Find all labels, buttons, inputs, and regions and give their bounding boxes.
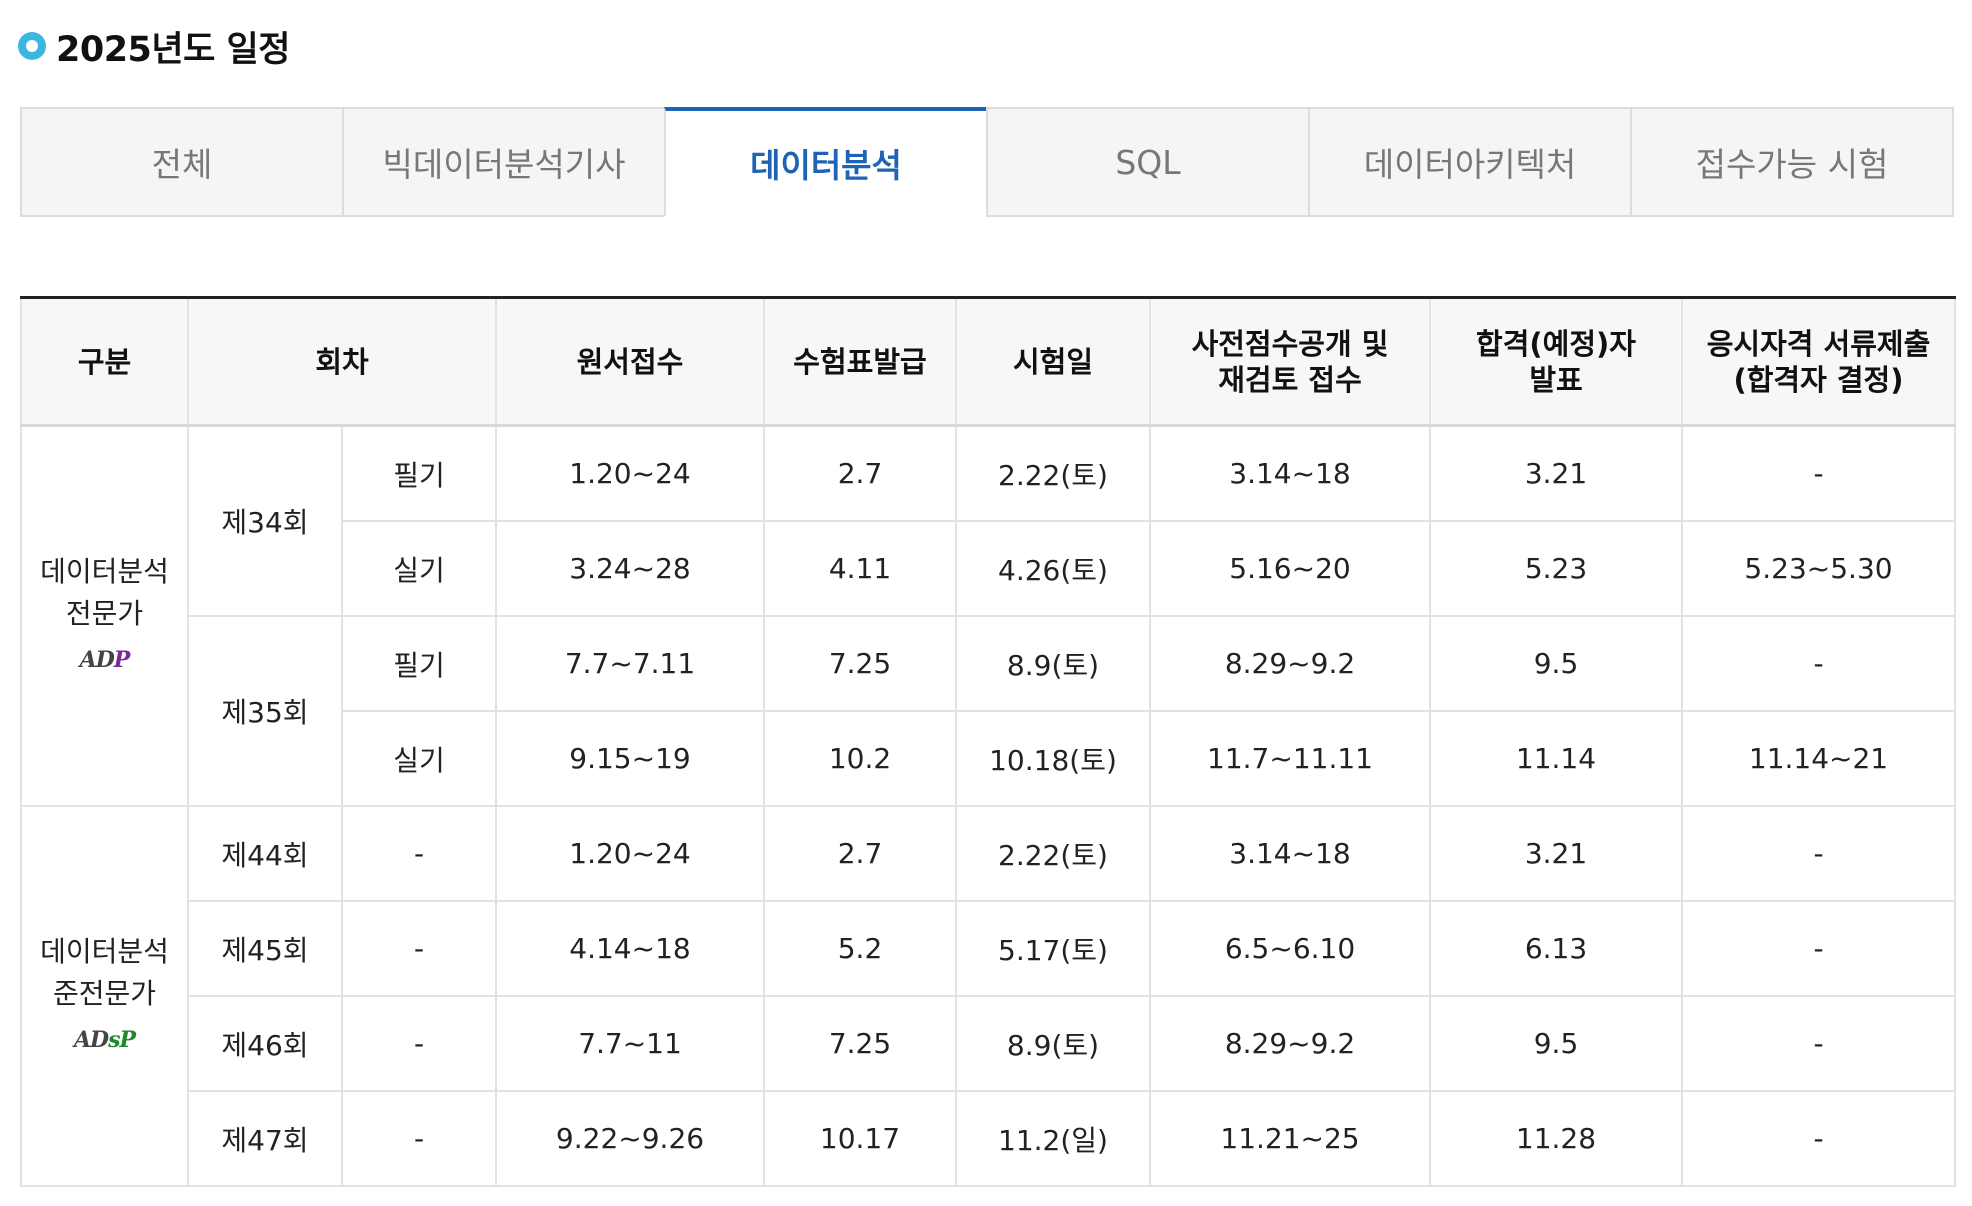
- tab-available-exams[interactable]: 접수가능 시험: [1630, 107, 1954, 217]
- tab-sql[interactable]: SQL: [986, 107, 1310, 217]
- adp-logo: ADP: [79, 647, 131, 673]
- section-heading: 2025년도 일정: [18, 22, 290, 70]
- round-cell: 제44회: [187, 805, 343, 902]
- table-row: 데이터분석 준전문가 ADsP 제44회 - 1.20~24 2.7 2.22(…: [20, 805, 1956, 1187]
- category-adp-label: 데이터분석 전문가: [40, 555, 169, 630]
- type-cell: 필기: [341, 424, 497, 522]
- preview-cell: 5.16~20: [1149, 520, 1431, 617]
- tab-data-analysis[interactable]: 데이터분석: [664, 107, 988, 217]
- header-documents: 응시자격 서류제출 (합격자 결정): [1681, 296, 1956, 427]
- header-ticket: 수험표발급: [763, 296, 957, 427]
- schedule-page: 2025년도 일정 전체 빅데이터분석기사 데이터분석 SQL 데이터아키텍처 …: [0, 0, 1972, 1206]
- exam-date-cell: 5.17(토): [955, 900, 1151, 997]
- preview-cell: 11.21~25: [1149, 1090, 1431, 1187]
- type-cell: -: [341, 1090, 497, 1187]
- tab-data-architecture[interactable]: 데이터아키텍처: [1308, 107, 1632, 217]
- application-cell: 1.20~24: [495, 805, 765, 902]
- ticket-cell: 2.7: [763, 424, 957, 522]
- documents-cell: -: [1681, 615, 1956, 712]
- documents-cell: -: [1681, 995, 1956, 1092]
- round-cell: 제47회: [187, 1090, 343, 1187]
- type-cell: 실기: [341, 710, 497, 807]
- ticket-cell: 7.25: [763, 995, 957, 1092]
- announce-cell: 5.23: [1429, 520, 1683, 617]
- type-cell: -: [341, 900, 497, 997]
- header-preview-text: 사전점수공개 및 재검토 접수: [1191, 326, 1389, 397]
- announce-cell: 3.21: [1429, 805, 1683, 902]
- documents-cell: -: [1681, 424, 1956, 522]
- ticket-cell: 7.25: [763, 615, 957, 712]
- announce-cell: 9.5: [1429, 615, 1683, 712]
- application-cell: 7.7~7.11: [495, 615, 765, 712]
- announce-cell: 3.21: [1429, 424, 1683, 522]
- preview-cell: 8.29~9.2: [1149, 615, 1431, 712]
- application-cell: 9.22~9.26: [495, 1090, 765, 1187]
- application-cell: 9.15~19: [495, 710, 765, 807]
- category-adsp-label: 데이터분석 준전문가: [40, 935, 169, 1010]
- application-cell: 1.20~24: [495, 424, 765, 522]
- documents-cell: -: [1681, 900, 1956, 997]
- header-documents-text: 응시자격 서류제출 (합격자 결정): [1706, 326, 1931, 397]
- round-cell: 제45회: [187, 900, 343, 997]
- exam-date-cell: 11.2(일): [955, 1090, 1151, 1187]
- table-row: 제45회 - 4.14~18 5.2 5.17(토) 6.5~6.10 6.13…: [21, 900, 1956, 997]
- announce-cell: 9.5: [1429, 995, 1683, 1092]
- category-adsp: 데이터분석 준전문가 ADsP: [20, 805, 189, 1187]
- table-row: 제35회 필기 7.7~7.11 7.25 8.9(토) 8.29~9.2 9.…: [21, 615, 1956, 807]
- documents-cell: 5.23~5.30: [1681, 520, 1956, 617]
- exam-date-cell: 10.18(토): [955, 710, 1151, 807]
- preview-cell: 3.14~18: [1149, 424, 1431, 522]
- table-row: 제47회 - 9.22~9.26 10.17 11.2(일) 11.21~25 …: [21, 1090, 1956, 1187]
- circle-bullet-icon: [18, 32, 46, 60]
- type-cell: -: [341, 805, 497, 902]
- tab-bigdata-analyst[interactable]: 빅데이터분석기사: [342, 107, 666, 217]
- tab-all[interactable]: 전체: [20, 107, 344, 217]
- application-cell: 3.24~28: [495, 520, 765, 617]
- announce-cell: 6.13: [1429, 900, 1683, 997]
- table-row: 데이터분석 전문가 ADP 제34회 필기 1.20~24 2.7 2.22(토…: [20, 424, 1956, 807]
- preview-cell: 3.14~18: [1149, 805, 1431, 902]
- ticket-cell: 10.17: [763, 1090, 957, 1187]
- preview-cell: 6.5~6.10: [1149, 900, 1431, 997]
- documents-cell: -: [1681, 1090, 1956, 1187]
- header-announce-text: 합격(예정)자 발표: [1476, 326, 1636, 397]
- header-exam-date: 시험일: [955, 296, 1151, 427]
- header-application: 원서접수: [495, 296, 765, 427]
- exam-date-cell: 2.22(토): [955, 424, 1151, 522]
- ticket-cell: 2.7: [763, 805, 957, 902]
- round-cell: 제35회: [187, 615, 343, 807]
- documents-cell: -: [1681, 805, 1956, 902]
- preview-cell: 11.7~11.11: [1149, 710, 1431, 807]
- header-category: 구분: [20, 296, 189, 427]
- type-cell: -: [341, 995, 497, 1092]
- header-announce: 합격(예정)자 발표: [1429, 296, 1683, 427]
- ticket-cell: 4.11: [763, 520, 957, 617]
- documents-cell: 11.14~21: [1681, 710, 1956, 807]
- adsp-logo: ADsP: [73, 1027, 136, 1053]
- section-title: 2025년도 일정: [56, 29, 290, 70]
- table-row: 제46회 - 7.7~11 7.25 8.9(토) 8.29~9.2 9.5 -: [21, 995, 1956, 1092]
- category-adp: 데이터분석 전문가 ADP: [20, 424, 189, 807]
- type-cell: 필기: [341, 615, 497, 712]
- exam-date-cell: 4.26(토): [955, 520, 1151, 617]
- ticket-cell: 10.2: [763, 710, 957, 807]
- application-cell: 7.7~11: [495, 995, 765, 1092]
- ticket-cell: 5.2: [763, 900, 957, 997]
- header-round: 회차: [187, 296, 497, 427]
- header-preview: 사전점수공개 및 재검토 접수: [1149, 296, 1431, 427]
- type-cell: 실기: [341, 520, 497, 617]
- schedule-table: 구분 회차 원서접수 수험표발급 시험일 사전점수공개 및 재검토 접수 합격(…: [20, 296, 1956, 1187]
- application-cell: 4.14~18: [495, 900, 765, 997]
- exam-date-cell: 2.22(토): [955, 805, 1151, 902]
- exam-date-cell: 8.9(토): [955, 995, 1151, 1092]
- announce-cell: 11.14: [1429, 710, 1683, 807]
- table-header-row: 구분 회차 원서접수 수험표발급 시험일 사전점수공개 및 재검토 접수 합격(…: [20, 296, 1956, 427]
- announce-cell: 11.28: [1429, 1090, 1683, 1187]
- round-cell: 제34회: [187, 424, 343, 617]
- exam-tabs: 전체 빅데이터분석기사 데이터분석 SQL 데이터아키텍처 접수가능 시험: [20, 107, 1954, 217]
- round-cell: 제46회: [187, 995, 343, 1092]
- preview-cell: 8.29~9.2: [1149, 995, 1431, 1092]
- exam-date-cell: 8.9(토): [955, 615, 1151, 712]
